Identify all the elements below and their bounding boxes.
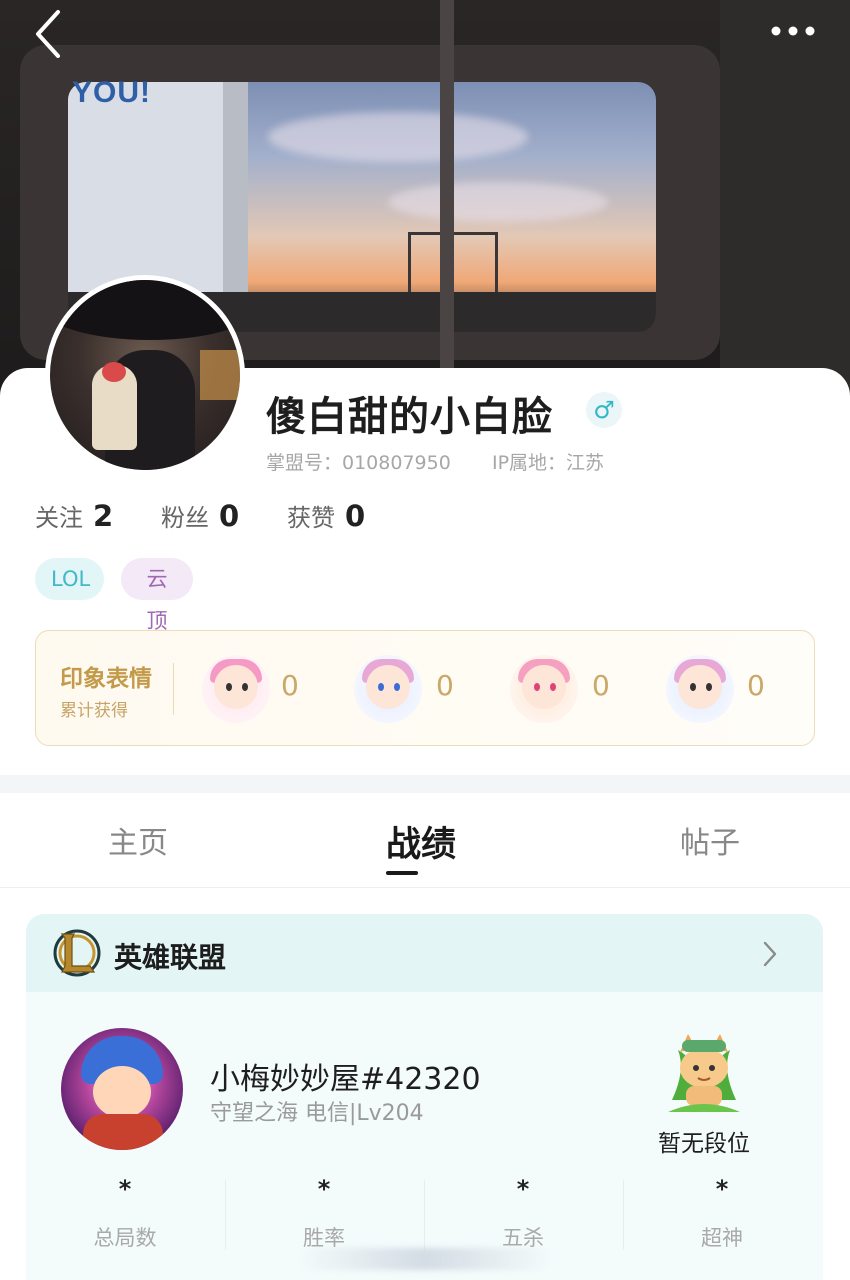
grab-pole [440, 0, 454, 370]
lol-card-header[interactable]: 英雄联盟 [26, 914, 823, 992]
emote-count: 0 [592, 669, 610, 702]
emotes-title: 印象表情 [60, 666, 152, 692]
account-id: 掌盟号：010807950 [266, 452, 451, 474]
blurred-overlay [300, 1248, 550, 1270]
tab-posts[interactable]: 帖子 [680, 818, 740, 862]
stat-value: * [118, 1175, 132, 1203]
rank-label: 暂无段位 [658, 1131, 750, 1157]
chevron-right-icon[interactable] [762, 940, 778, 968]
nickname: 傻白甜的小白脸 [266, 394, 553, 440]
stat-value: * [715, 1175, 729, 1203]
summoner-name: 小梅妙妙屋#42320 [210, 1062, 481, 1097]
emotes-subtitle: 累计获得 [60, 701, 128, 721]
stat-value: 2 [93, 498, 114, 533]
gg-emote-icon [666, 655, 734, 723]
likes-stat[interactable]: 获赞 0 [287, 498, 365, 533]
impression-emotes-panel[interactable]: 印象表情 累计获得 0 0 0 0 [35, 630, 815, 746]
followers-stat[interactable]: 粉丝 0 [161, 498, 239, 533]
ip-location: IP属地：江苏 [492, 452, 605, 474]
stat-value: 0 [345, 498, 366, 533]
cover-face-emote-icon [202, 655, 270, 723]
champion-avatar[interactable] [61, 1028, 183, 1150]
more-dots-icon[interactable] [768, 20, 818, 42]
unranked-cat-icon [668, 1034, 740, 1112]
following-stat[interactable]: 关注 2 [35, 498, 113, 533]
tab-home[interactable]: 主页 [108, 818, 168, 862]
heart-emote-icon [510, 655, 578, 723]
stat-label: 超神 [701, 1226, 743, 1250]
emote-count: 0 [436, 669, 454, 702]
wave-emote-icon [354, 655, 422, 723]
stat-legendary: * 超神 [623, 1176, 821, 1252]
emote-count: 0 [747, 669, 765, 702]
avatar[interactable] [45, 275, 245, 475]
male-gender-icon: ♂ [586, 392, 622, 428]
emote-count: 0 [281, 669, 299, 702]
stat-value: * [317, 1175, 331, 1203]
tab-records[interactable]: 战绩 [386, 816, 456, 867]
stat-value: * [516, 1175, 530, 1203]
active-tab-indicator [386, 871, 418, 875]
tag-lol[interactable]: LOL [35, 558, 104, 600]
stat-label: 粉丝 [161, 504, 209, 532]
stat-win-rate: * 胜率 [225, 1176, 423, 1252]
tag-tft[interactable]: 云顶 [121, 558, 193, 633]
billboard-text: YOU! [72, 76, 151, 109]
league-of-legends-logo-icon [53, 929, 101, 977]
stat-label: 关注 [35, 504, 83, 532]
section-gap [0, 775, 850, 793]
stat-label: 获赞 [287, 504, 335, 532]
stat-pentakills: * 五杀 [424, 1176, 622, 1252]
stat-label: 总局数 [93, 1226, 157, 1250]
server-level: 守望之海 电信|Lv204 [210, 1101, 424, 1126]
lol-title: 英雄联盟 [114, 941, 227, 974]
chevron-left-icon[interactable] [30, 8, 70, 58]
stat-total-games: * 总局数 [26, 1176, 224, 1252]
stat-value: 0 [219, 498, 240, 533]
